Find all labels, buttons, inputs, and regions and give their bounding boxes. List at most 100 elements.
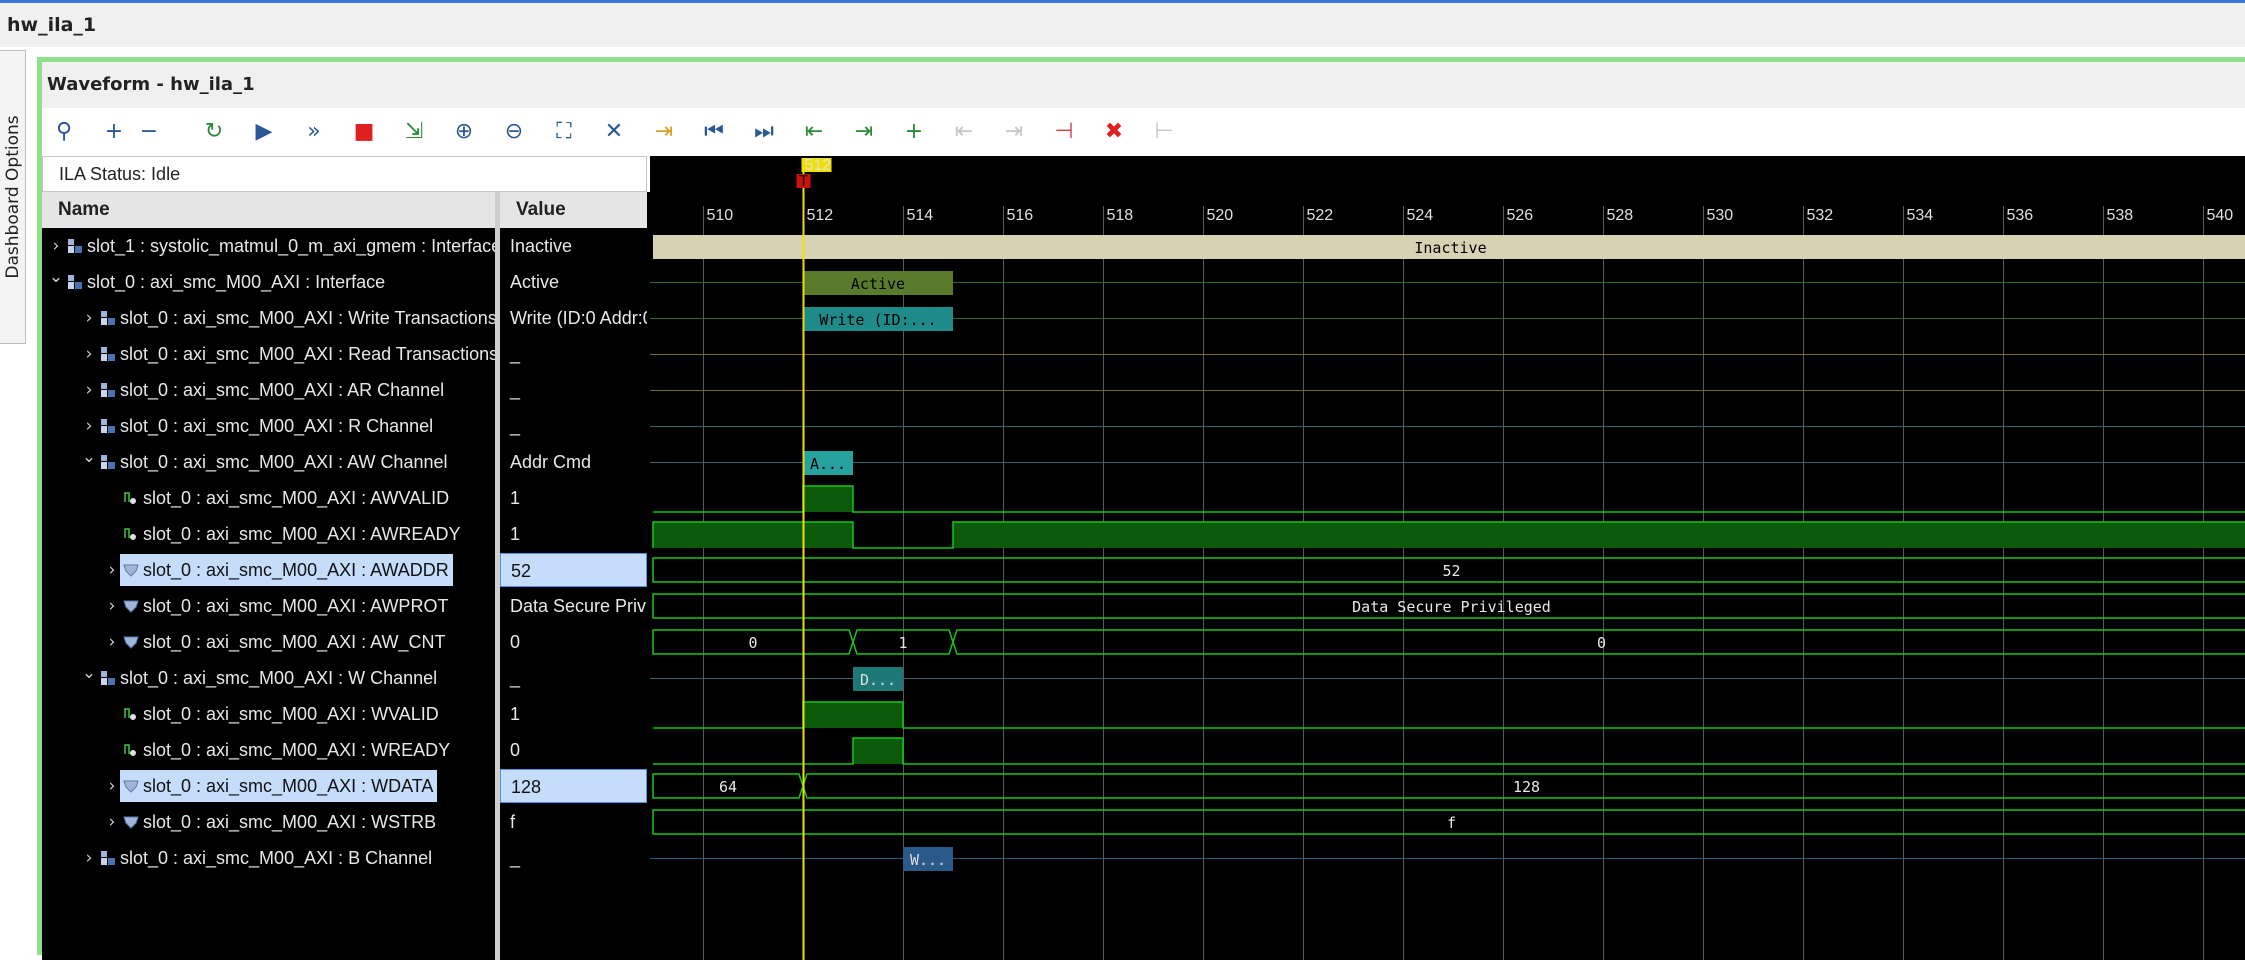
probe-value-row[interactable]: Write (ID:0 Addr:0 [500,300,647,336]
probe-value-row[interactable]: 1 [500,696,647,732]
probe-row[interactable]: › slot_0 : axi_smc_M00_AXI : AWPROT [42,588,495,624]
chevron-right-icon[interactable]: › [104,804,120,840]
add-probe-button[interactable]: + [99,117,129,147]
probe-value: 0 [510,740,521,760]
probe-value: Data Secure Privile [510,596,647,616]
probe-value-row[interactable]: _ [500,840,647,876]
probe-row[interactable]: slot_0 : axi_smc_M00_AXI : AWVALID [42,480,495,516]
chevron-right-icon[interactable]: › [81,372,97,408]
zoom-fit-button[interactable]: ⛶ [549,117,579,147]
probe-value-row[interactable]: _ [500,660,647,696]
transaction-label: D... [860,671,896,689]
signal-bit-icon [123,742,139,758]
time-tick-label: 528 [1607,207,1634,224]
probe-value-row[interactable]: _ [500,336,647,372]
run-trigger-immediate-button[interactable]: ↻ [199,117,229,147]
next-transition-button[interactable]: ⇥ [849,117,879,147]
column-splitter[interactable] [495,192,500,960]
zoom-cursor-button[interactable]: ✕ [599,117,629,147]
probe-value-row[interactable]: _ [500,372,647,408]
swap-cursors-icon: ⊣ [1054,119,1074,144]
probe-row[interactable]: slot_0 : axi_smc_M00_AXI : AWREADY [42,516,495,552]
probe-value-row[interactable]: 1 [500,480,647,516]
cursor-label: 512 [805,157,832,174]
probe-row[interactable]: ⌄ slot_0 : axi_smc_M00_AXI : W Channel [42,660,495,696]
bus-icon [123,778,139,794]
waveform-canvas[interactable]: 510 512 514 516 518 520 522 524 526 528 530 532 534 5… [650,156,2245,960]
chevron-right-icon[interactable]: › [104,552,120,588]
probe-value: _ [510,668,521,688]
probe-value: _ [510,344,521,364]
delete-marker-button[interactable]: ✖ [1099,117,1129,147]
swap-cursors-button[interactable]: ⊣ [1049,117,1079,147]
transaction-label: W... [910,851,946,869]
value-column-header[interactable]: Value [500,192,647,228]
chevron-right-icon[interactable]: › [81,840,97,876]
probe-row[interactable]: ⌄ slot_0 : axi_smc_M00_AXI : Interface [42,264,495,300]
probe-value-row[interactable]: f [500,804,647,840]
probe-name: slot_1 : systolic_matmul_0_m_axi_gmem : … [87,236,495,256]
zoom-out-button[interactable]: ⊖ [499,117,529,147]
probe-row[interactable]: › slot_0 : axi_smc_M00_AXI : Read Transac… [42,336,495,372]
probe-row[interactable]: ⌄ slot_0 : axi_smc_M00_AXI : AW Channel [42,444,495,480]
dashboard-options-tab[interactable]: Dashboard Options [0,50,26,344]
probe-row[interactable]: › slot_0 : axi_smc_M00_AXI : AR Channel [42,372,495,408]
probe-value-row[interactable]: 0 [500,732,647,768]
chevron-right-icon[interactable]: › [104,624,120,660]
chevron-right-icon[interactable]: › [81,408,97,444]
name-column-header[interactable]: Name [42,192,495,228]
transaction-label: Active [851,275,905,293]
add-marker-button[interactable]: + [899,117,929,147]
probe-value: Addr Cmd [510,452,592,472]
probe-row[interactable]: › slot_0 : axi_smc_M00_AXI : WSTRB [42,804,495,840]
time-tick-label: 512 [807,207,834,224]
probe-row[interactable]: › slot_0 : axi_smc_M00_AXI : Write Transa… [42,300,495,336]
probe-row[interactable]: slot_0 : axi_smc_M00_AXI : WREADY [42,732,495,768]
probe-value-row[interactable]: Inactive [500,228,647,264]
export-button[interactable]: ⇲ [399,117,429,147]
bus-value-label: 0 [748,634,757,652]
probe-value-row[interactable]: 128 [500,768,647,804]
probe-value-row[interactable]: Addr Cmd [500,444,647,480]
probe-value-row[interactable]: Active [500,264,647,300]
go-to-last-time-button[interactable]: ⏭ [749,117,779,147]
go-to-time-zero-button[interactable]: ⏮ [699,117,729,147]
run-trigger-continuous-button[interactable]: » [299,117,329,147]
probe-row[interactable]: › slot_0 : axi_smc_M00_AXI : R Channel [42,408,495,444]
chevron-down-icon[interactable]: ⌄ [81,660,97,696]
probe-value-row[interactable]: 1 [500,516,647,552]
remove-probe-button[interactable]: − [134,117,164,147]
chevron-down-icon[interactable]: ⌄ [81,444,97,480]
probe-row[interactable]: › slot_0 : axi_smc_M00_AXI : AWADDR [42,552,495,588]
chevron-down-icon[interactable]: ⌄ [48,264,64,300]
probe-value-row[interactable]: 52 [500,552,647,588]
waveform-svg[interactable]: 510 512 514 516 518 520 522 524 526 528 530 532 534 5… [650,156,2245,960]
probe-value-row[interactable]: Data Secure Privile [500,588,647,624]
probe-row[interactable]: › slot_0 : axi_smc_M00_AXI : AW_CNT [42,624,495,660]
search-button[interactable]: ⚲ [49,117,79,147]
probe-row[interactable]: › slot_0 : axi_smc_M00_AXI : WDATA [42,768,495,804]
probe-name: slot_0 : axi_smc_M00_AXI : AW_CNT [143,632,446,652]
probe-row[interactable]: › slot_0 : axi_smc_M00_AXI : B Channel [42,840,495,876]
time-tick-label: 536 [2007,207,2034,224]
probe-name: slot_0 : axi_smc_M00_AXI : Write Transac… [120,308,495,328]
previous-transition-button[interactable]: ⇤ [799,117,829,147]
bit-high-fill [803,486,853,512]
zoom-in-button[interactable]: ⊕ [449,117,479,147]
chevron-right-icon[interactable]: › [104,588,120,624]
probe-row[interactable]: slot_0 : axi_smc_M00_AXI : WVALID [42,696,495,732]
bus-value-label: 64 [719,778,737,796]
probe-value-row[interactable]: _ [500,408,647,444]
bus-value-label: 52 [1442,562,1460,580]
chevron-right-icon[interactable]: › [104,768,120,804]
probe-value-row[interactable]: 0 [500,624,647,660]
run-trigger-button[interactable]: ▶ [249,117,279,147]
probe-row[interactable]: › slot_1 : systolic_matmul_0_m_axi_gmem :… [42,228,495,264]
go-to-cursor-button[interactable]: ⇥ [649,117,679,147]
stop-trigger-button[interactable]: ■ [349,117,379,147]
chevron-right-icon[interactable]: › [81,336,97,372]
zoom-cursor-icon: ✕ [604,119,624,144]
chevron-right-icon[interactable]: › [48,228,64,264]
chevron-right-icon[interactable]: › [81,300,97,336]
probe-name: slot_0 : axi_smc_M00_AXI : WREADY [143,740,451,760]
